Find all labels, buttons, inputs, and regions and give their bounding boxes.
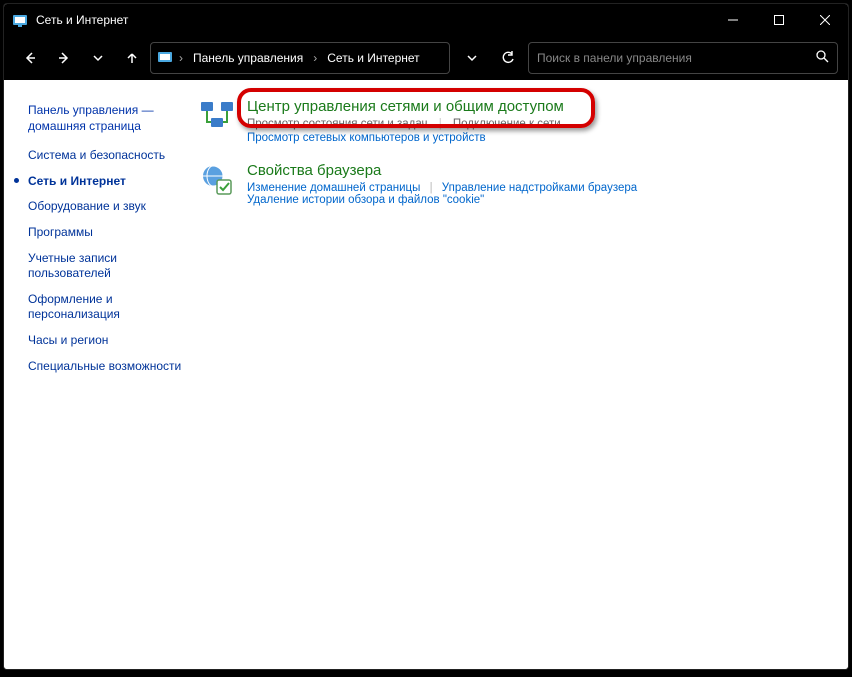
sidebar-item[interactable]: Система и безопасность [28, 143, 193, 169]
titlebar: Сеть и Интернет [4, 4, 848, 36]
forward-button[interactable] [48, 42, 80, 74]
sidebar: Панель управления — домашняя страница Си… [4, 80, 199, 669]
chevron-right-icon: › [311, 51, 319, 65]
search-box[interactable] [528, 42, 838, 74]
back-button[interactable] [14, 42, 46, 74]
close-button[interactable] [802, 4, 848, 36]
chevron-right-icon: › [177, 51, 185, 65]
breadcrumb-current[interactable]: Сеть и Интернет [323, 49, 423, 67]
refresh-button[interactable] [494, 42, 522, 74]
category-subtitle: Просмотр состояния сети и задач | Подклю… [247, 118, 838, 130]
sidebar-item[interactable]: Специальные возможности [28, 354, 193, 380]
sidebar-item[interactable]: Часы и регион [28, 328, 193, 354]
internet-options-icon [199, 162, 235, 198]
category-network-sharing: Центр управления сетями и общим доступом… [199, 98, 838, 144]
content-area: Центр управления сетями и общим доступом… [199, 80, 848, 669]
sidebar-item[interactable]: Сеть и Интернет [28, 169, 193, 195]
body: Панель управления — домашняя страница Си… [4, 80, 848, 669]
up-button[interactable] [116, 42, 148, 74]
manage-addons-link[interactable]: Управление надстройками браузера [442, 182, 637, 194]
address-dropdown[interactable] [458, 42, 486, 74]
address-icon [157, 49, 173, 68]
app-icon [12, 12, 28, 28]
recent-dropdown[interactable] [82, 42, 114, 74]
internet-options-link[interactable]: Свойства браузера [247, 162, 838, 179]
address-bar[interactable]: › Панель управления › Сеть и Интернет [150, 42, 450, 74]
delete-history-link[interactable]: Удаление истории обзора и файлов "cookie… [247, 194, 484, 206]
sidebar-item[interactable]: Оборудование и звук [28, 194, 193, 220]
network-center-link[interactable]: Центр управления сетями и общим доступом [247, 98, 838, 115]
category-internet-options: Свойства браузера Изменение домашней стр… [199, 162, 838, 206]
breadcrumb-root[interactable]: Панель управления [189, 49, 307, 67]
sidebar-home[interactable]: Панель управления — домашняя страница [28, 98, 193, 139]
sidebar-item[interactable]: Учетные записи пользователей [28, 246, 193, 287]
sidebar-item[interactable]: Оформление и персонализация [28, 287, 193, 328]
network-center-icon [199, 98, 235, 134]
view-network-devices-link[interactable]: Просмотр сетевых компьютеров и устройств [247, 132, 486, 144]
search-icon[interactable] [815, 49, 829, 68]
sidebar-item[interactable]: Программы [28, 220, 193, 246]
control-panel-window: Сеть и Интернет › Панель управления › Се… [4, 4, 848, 669]
window-title: Сеть и Интернет [36, 13, 710, 27]
change-homepage-link[interactable]: Изменение домашней страницы [247, 182, 420, 194]
maximize-button[interactable] [756, 4, 802, 36]
minimize-button[interactable] [710, 4, 756, 36]
search-input[interactable] [537, 51, 815, 65]
navbar: › Панель управления › Сеть и Интернет [4, 36, 848, 80]
